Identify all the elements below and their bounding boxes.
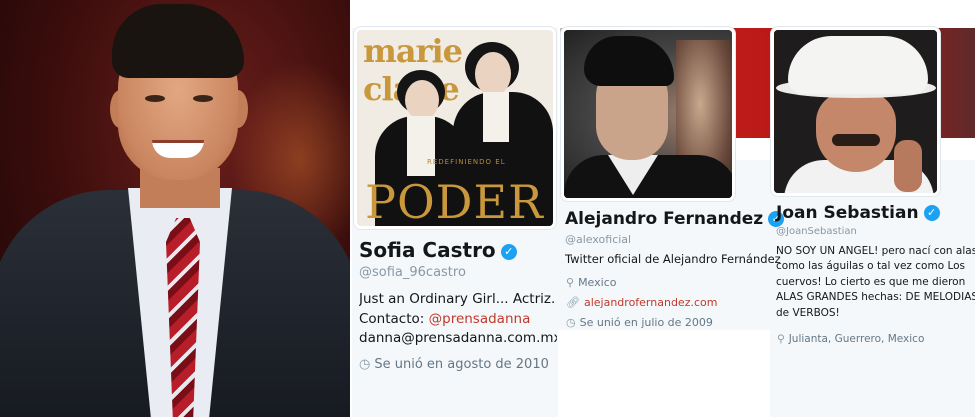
profile-location: ⚲ Julianta, Guerrero, Mexico: [777, 333, 924, 345]
link-icon: 🔗︎: [566, 296, 580, 309]
profile-website: 🔗︎ alejandrofernandez.com: [566, 296, 717, 309]
woman-1-blouse: [407, 116, 435, 176]
profile-joined: ◷ Se unió en julio de 2009: [566, 316, 713, 329]
profile-name[interactable]: Alejandro Fernandez ✓: [565, 209, 785, 229]
right-eye: [193, 95, 213, 102]
woman-2-blouse: [483, 92, 509, 142]
portrait-photo: [0, 0, 350, 417]
profile-bio: Just an Ordinary Girl... Actriz. :) Cont…: [359, 290, 557, 349]
location-text: Mexico: [578, 276, 617, 289]
location-text: Julianta, Guerrero, Mexico: [788, 333, 925, 345]
location-pin-icon: ⚲: [566, 276, 575, 289]
clock-icon: ◷: [359, 357, 371, 372]
profile-name-text: Sofia Castro: [359, 238, 496, 262]
profile-location: ⚲ Mexico: [566, 276, 616, 289]
bio-contact-label: Contacto:: [359, 310, 429, 327]
profile-name-text: Joan Sebastian: [776, 203, 919, 223]
woman-2-face: [475, 52, 511, 96]
bio-line: Contacto: @prensadanna: [359, 310, 557, 330]
clock-icon: ◷: [566, 316, 576, 329]
website-link[interactable]: alejandrofernandez.com: [584, 296, 718, 309]
profile-bio: Twitter oficial de Alejandro Fernández: [565, 252, 781, 266]
avatar-joan[interactable]: [771, 27, 940, 196]
hand: [894, 140, 922, 192]
profile-handle[interactable]: @alexoficial: [565, 233, 631, 246]
profile-name[interactable]: Sofia Castro ✓: [359, 238, 517, 262]
verified-badge-icon: ✓: [923, 205, 940, 221]
profile-name[interactable]: Joan Sebastian ✓: [776, 203, 940, 223]
bio-line: ALAS GRANDES hechas: DE MELODIAS: [776, 291, 975, 304]
cover-headline: PODER: [365, 175, 544, 229]
hair: [112, 4, 244, 78]
cover-line: REDEFINIENDO EL: [427, 158, 506, 166]
face: [816, 92, 896, 172]
bio-line: cuervos! Lo cierto es que me dieron: [776, 275, 966, 288]
left-eye: [145, 95, 165, 102]
profile-bio: NO SOY UN ANGEL! pero nací con alas como…: [776, 244, 975, 321]
bio-line: como las águilas o tal vez como Los: [776, 260, 966, 273]
avatar-sofia[interactable]: marie claire REDEFINIENDO EL PODER: [354, 27, 556, 229]
profile-handle[interactable]: @sofia_96castro: [359, 265, 466, 280]
avatar-alejandro[interactable]: [561, 27, 735, 201]
profile-handle[interactable]: @JoanSebastian: [776, 226, 857, 237]
profile-joined: ◷ Se unió en agosto de 2010: [359, 357, 549, 372]
joined-text: Se unió en agosto de 2010: [374, 357, 549, 372]
bio-line: NO SOY UN ANGEL! pero nací con alas: [776, 245, 975, 257]
profile-name-text: Alejandro Fernandez: [565, 209, 764, 229]
woman-1-face: [405, 80, 439, 120]
cowboy-hat: [788, 36, 928, 94]
verified-badge-icon: ✓: [500, 243, 517, 260]
bio-line: de VERBOS!: [776, 306, 840, 319]
mustache: [832, 134, 880, 146]
joined-text: Se unió en julio de 2009: [579, 316, 713, 329]
bio-line: Just an Ordinary Girl... Actriz. :): [359, 291, 557, 307]
location-pin-icon: ⚲: [777, 333, 785, 345]
bio-line: danna@prensadanna.com.mx: [359, 330, 557, 346]
bio-mention-link[interactable]: @prensadanna: [429, 311, 531, 327]
